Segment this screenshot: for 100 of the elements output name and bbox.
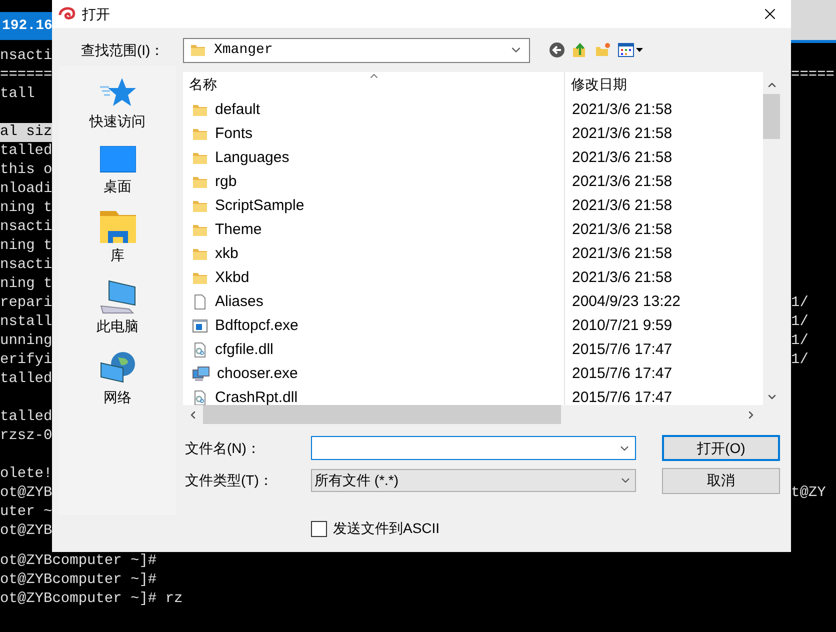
modified-date: 2015/7/6 17:47	[571, 340, 672, 360]
terminal-line: repari	[0, 294, 52, 313]
file-name[interactable]: Languages	[215, 146, 290, 170]
folder-icon	[192, 198, 208, 214]
terminal-line: erifyi	[0, 351, 52, 370]
terminal-line: ot@ZYB	[0, 522, 52, 541]
modified-date: 2021/3/6 21:58	[571, 244, 672, 264]
terminal-line: ning t	[0, 199, 52, 218]
computer-icon	[98, 280, 136, 314]
terminal-line: this o	[0, 161, 52, 180]
terminal-line: ot@ZYBcomputer ~]# rz	[0, 590, 184, 609]
window-title-bar	[791, 0, 836, 43]
terminal-line: nsacti	[0, 218, 52, 237]
modified-date: 2021/3/6 21:58	[571, 100, 672, 120]
look-in-value: Xmanger	[214, 40, 273, 60]
column-header[interactable]: 修改日期	[565, 72, 763, 98]
file-name[interactable]: ScriptSample	[215, 194, 304, 218]
back-icon[interactable]	[549, 42, 565, 58]
file-name[interactable]: Fonts	[215, 122, 253, 146]
terminal-line: nsacti	[0, 256, 52, 275]
file-name[interactable]: default	[215, 98, 260, 122]
modified-date: 2021/3/6 21:58	[571, 148, 672, 168]
file-name-field[interactable]	[310, 436, 636, 460]
folder-icon	[192, 270, 208, 286]
terminal-line: ning t	[0, 275, 52, 294]
open-button[interactable]: 打开(O)	[662, 435, 780, 461]
place-item[interactable]: 快速访问	[90, 111, 146, 132]
file-name[interactable]: cfgfile.dll	[215, 338, 274, 362]
terminal-line: nstall	[0, 313, 52, 332]
folder-icon	[192, 126, 208, 142]
modified-date: 2010/7/21 9:59	[571, 316, 672, 336]
place-item[interactable]: 网络	[104, 387, 132, 408]
file-type-label: 文件类型(T)：	[184, 471, 274, 490]
terminal-line: 1/	[791, 294, 808, 313]
look-in-dropdown[interactable]: Xmanger	[183, 38, 530, 62]
folder-icon	[192, 174, 208, 190]
scroll-thumb[interactable]	[763, 94, 780, 139]
file-name[interactable]: rgb	[215, 170, 237, 194]
computer-icon	[192, 366, 210, 382]
shell-icon	[58, 6, 76, 22]
file-name[interactable]: CrashRpt.dll	[215, 386, 298, 405]
folder-icon	[190, 42, 206, 58]
modified-date: 2015/7/6 17:47	[571, 388, 672, 405]
document-icon	[192, 294, 208, 310]
terminal-line: 1/	[791, 313, 808, 332]
modified-date: 2021/3/6 21:58	[571, 124, 672, 144]
file-name[interactable]: Xkbd	[215, 266, 250, 290]
desktop-icon	[100, 146, 136, 174]
gear-file-icon	[192, 390, 208, 405]
checkbox-label[interactable]: 发送文件到ASCII	[333, 518, 440, 539]
terminal-line: ======	[0, 66, 52, 85]
terminal-line: nloadi	[0, 180, 52, 199]
terminal-line: ot@ZYBcomputer ~]#	[0, 571, 158, 590]
file-type-dropdown[interactable]: 所有文件 (*.*)	[310, 469, 636, 492]
modified-date: 2015/7/6 17:47	[571, 364, 672, 384]
modified-date: 2021/3/6 21:58	[571, 172, 672, 192]
file-name[interactable]: Aliases	[215, 290, 264, 314]
file-name[interactable]: Bdftopcf.exe	[215, 314, 298, 338]
new-folder-icon[interactable]	[595, 42, 611, 58]
place-item[interactable]: 此电脑	[96, 316, 138, 337]
gear-file-icon	[192, 342, 208, 358]
modified-date: 2021/3/6 21:58	[571, 220, 672, 240]
library-folder-icon	[100, 211, 136, 243]
star-icon	[100, 77, 136, 109]
terminal-line: olete!	[0, 465, 52, 484]
terminal-line: ning t	[0, 237, 52, 256]
file-name-label: 文件名(N)：	[184, 438, 262, 458]
file-name[interactable]: Theme	[215, 218, 262, 242]
modified-date: 2004/9/23 13:22	[571, 292, 680, 312]
modified-date: 2021/3/6 21:58	[571, 196, 672, 216]
terminal-line: talled	[0, 142, 52, 161]
scroll-thumb[interactable]	[203, 405, 561, 424]
terminal-line: al siz	[0, 123, 52, 142]
folder-icon	[192, 246, 208, 262]
terminal-line: ot@ZYBcomputer ~]#	[0, 552, 158, 571]
file-name[interactable]: xkb	[215, 242, 238, 266]
terminal-line: =====	[791, 66, 835, 85]
terminal-line: tall	[0, 85, 35, 104]
terminal-line: 1/	[791, 332, 808, 351]
modified-date: 2021/3/6 21:58	[571, 268, 672, 288]
terminal-line: nsacti	[0, 47, 52, 66]
checkbox[interactable]	[311, 520, 327, 536]
dialog-title: 打开	[82, 4, 110, 24]
terminal-line: talled	[0, 408, 52, 427]
folder-icon	[192, 150, 208, 166]
view-menu-icon[interactable]	[618, 42, 644, 58]
place-item[interactable]: 库	[110, 245, 124, 266]
folder-icon	[192, 222, 208, 238]
folder-icon	[192, 102, 208, 118]
network-icon	[100, 351, 136, 385]
terminal-line: rzsz-0	[0, 427, 52, 446]
terminal-line: ot@ZYB	[0, 484, 52, 503]
column-header[interactable]: 名称	[183, 72, 565, 98]
up-folder-icon[interactable]	[572, 42, 588, 58]
cancel-button[interactable]: 取消	[662, 468, 780, 494]
terminal-line: talled	[0, 370, 52, 389]
place-item[interactable]: 桌面	[104, 176, 132, 197]
file-name[interactable]: chooser.exe	[217, 362, 298, 386]
terminal-line: 1/	[791, 351, 808, 370]
terminal-line: uter ~	[0, 503, 52, 522]
